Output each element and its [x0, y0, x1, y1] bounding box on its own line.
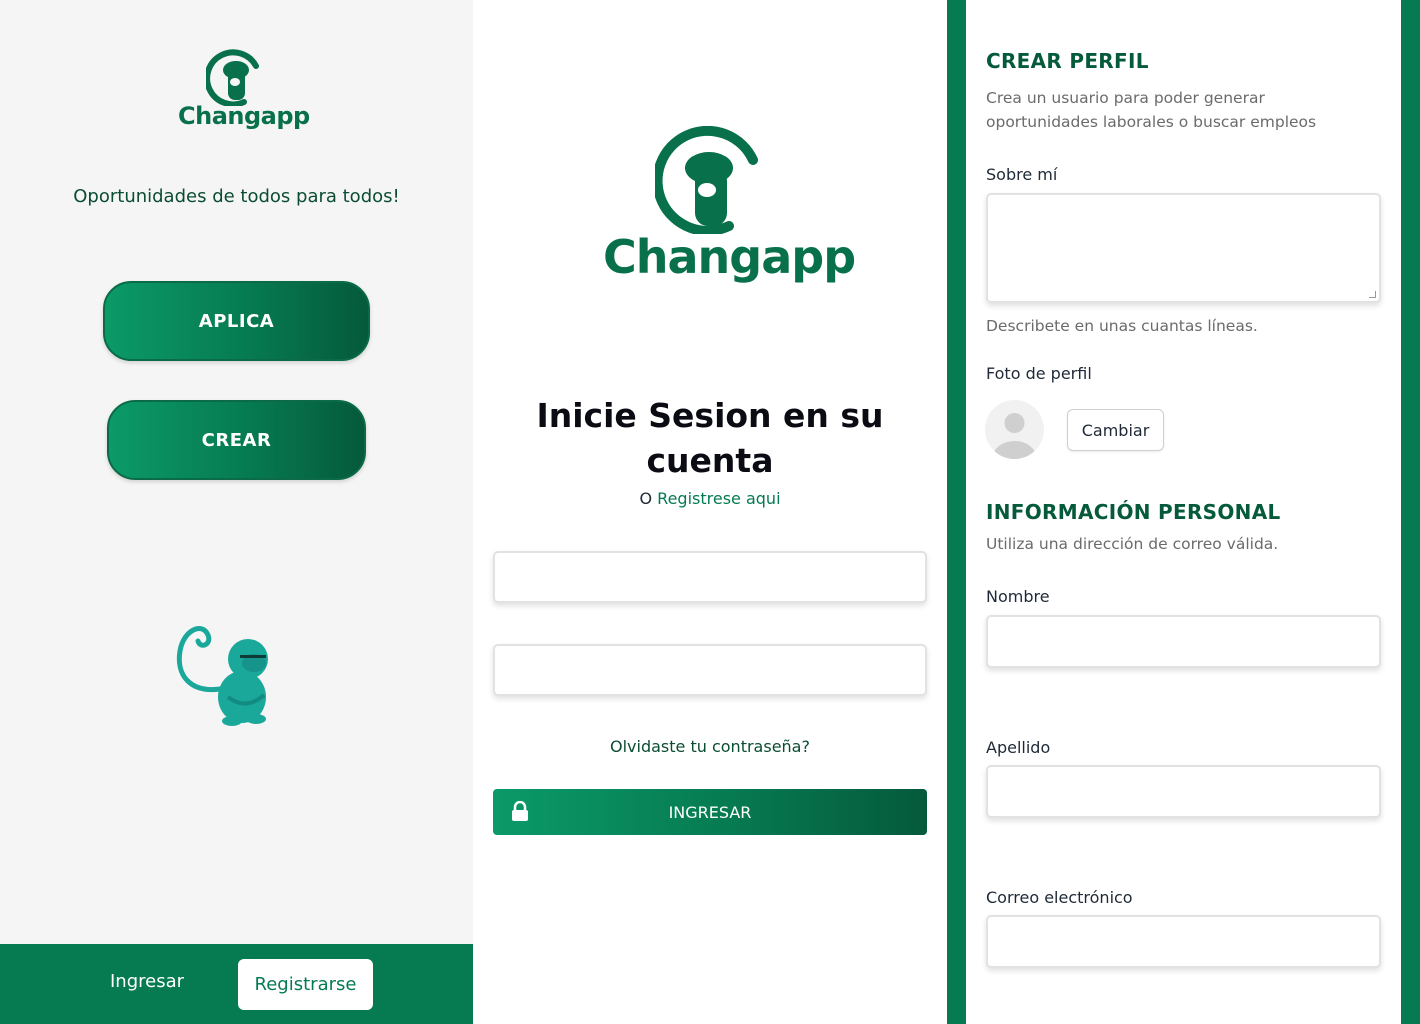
about-textarea[interactable] — [986, 193, 1381, 303]
profile-form: CREAR PERFIL Crea un usuario para poder … — [966, 0, 1401, 1024]
footer-registrarse-button[interactable]: Registrarse — [238, 959, 373, 1010]
crear-perfil-description: Crea un usuario para poder generar oport… — [986, 89, 1317, 131]
personal-info-heading: INFORMACIÓN PERSONAL — [986, 500, 1281, 524]
ingresar-button-label: INGRESAR — [668, 802, 752, 822]
changapp-logo-icon — [206, 49, 259, 106]
footer-ingresar-link[interactable]: Ingresar — [110, 971, 184, 992]
aplica-button[interactable]: APLICA — [103, 281, 370, 361]
landing-footer: Ingresar Registrarse — [0, 944, 473, 1024]
user-placeholder-icon — [992, 413, 1037, 459]
first-name-input[interactable] — [986, 615, 1381, 668]
about-label: Sobre mí — [986, 165, 1058, 184]
changapp-logo-large: Changapp — [603, 122, 856, 302]
change-photo-button[interactable]: Cambiar — [1067, 409, 1164, 451]
last-name-label: Apellido — [986, 738, 1051, 757]
email-label: Correo electrónico — [986, 888, 1133, 907]
changapp-logo-text: Changapp — [178, 102, 310, 130]
avatar — [985, 400, 1044, 459]
register-prefix: O — [639, 489, 658, 508]
changapp-logo-large-text: Changapp — [603, 230, 856, 284]
username-input[interactable] — [493, 551, 927, 603]
first-name-label: Nombre — [986, 587, 1050, 606]
ingresar-button[interactable]: INGRESAR — [493, 789, 927, 835]
photo-label: Foto de perfil — [986, 364, 1092, 383]
register-link[interactable]: Registrese aqui — [657, 489, 780, 508]
landing-panel: Changapp Oportunidades de todos para tod… — [0, 0, 473, 1024]
crear-perfil-heading: CREAR PERFIL — [986, 49, 1149, 73]
login-title: Inicie Sesion en su cuenta — [536, 396, 884, 480]
profile-panel: CREAR PERFIL Crea un usuario para poder … — [947, 0, 1420, 1024]
register-line: O Registrese aqui — [473, 489, 947, 508]
monkey-mascot-icon — [176, 626, 268, 726]
lock-icon — [512, 801, 528, 821]
email-input[interactable] — [986, 915, 1381, 968]
crear-button[interactable]: CREAR — [107, 400, 366, 480]
changapp-logo-large-icon — [655, 126, 758, 234]
last-name-input[interactable] — [986, 765, 1381, 818]
forgot-password-link[interactable]: Olvidaste tu contraseña? — [473, 737, 947, 756]
about-help-text: Describete en unas cuantas líneas. — [986, 317, 1258, 335]
password-input[interactable] — [493, 644, 927, 696]
personal-info-description: Utiliza una dirección de correo válida. — [986, 535, 1279, 553]
resize-handle-icon[interactable] — [1369, 291, 1376, 298]
landing-tagline: Oportunidades de todos para todos! — [73, 186, 400, 207]
login-panel: Changapp Inicie Sesion en su cuenta O Re… — [473, 0, 947, 1024]
changapp-logo: Changapp — [178, 44, 310, 140]
